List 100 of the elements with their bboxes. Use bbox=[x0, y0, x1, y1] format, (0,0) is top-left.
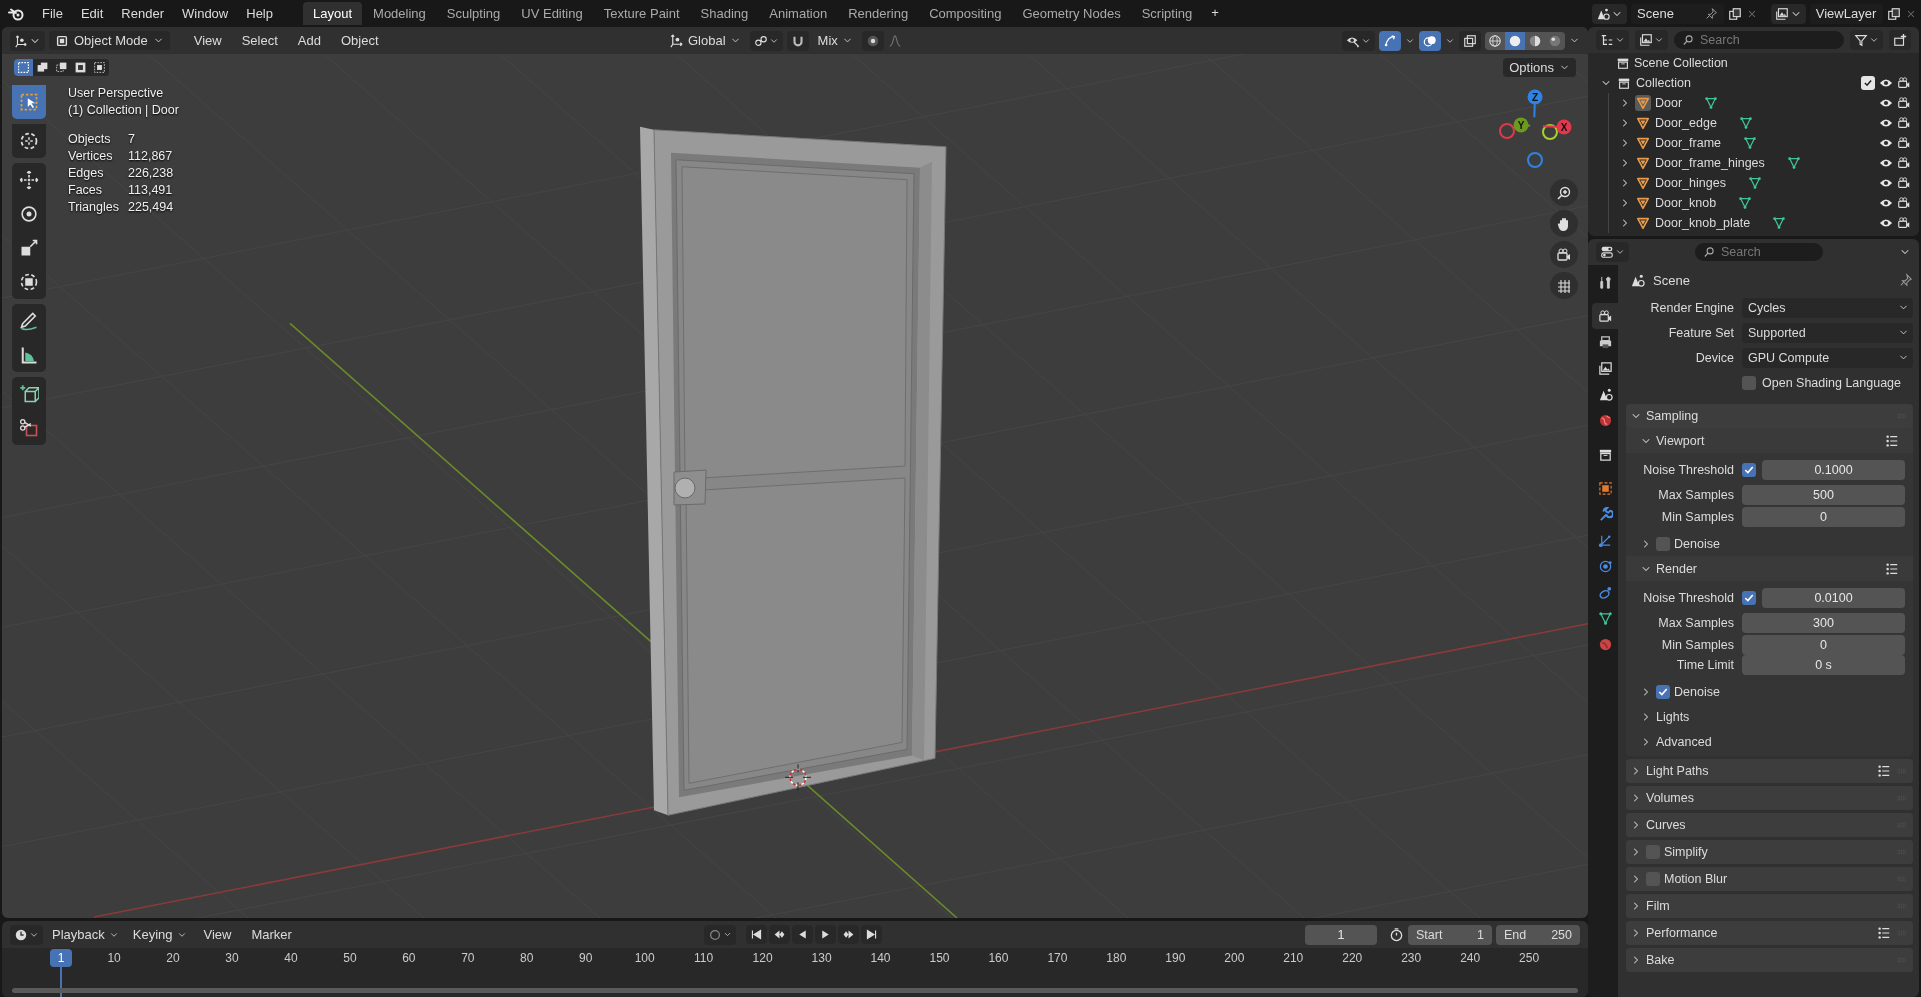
mode-dropdown[interactable]: Object Mode bbox=[49, 31, 170, 50]
stopwatch-icon[interactable] bbox=[1389, 927, 1404, 942]
mesh-data-icon[interactable] bbox=[1747, 176, 1762, 190]
options-dropdown[interactable]: Options bbox=[1503, 58, 1576, 77]
workspace-tab[interactable]: UV Editing bbox=[511, 2, 593, 25]
menu-dropdown[interactable]: Playback bbox=[47, 925, 124, 944]
panel-title[interactable]: Film bbox=[1646, 899, 1670, 913]
tree-item[interactable]: Scene Collection bbox=[1634, 56, 1728, 70]
playback-button[interactable] bbox=[792, 925, 813, 944]
panel-title[interactable]: Sampling bbox=[1646, 409, 1699, 423]
menu-item[interactable]: Select bbox=[233, 30, 286, 51]
list-icon[interactable] bbox=[1877, 764, 1891, 778]
negative-axis-handle[interactable] bbox=[1499, 123, 1515, 139]
mesh-data-icon[interactable] bbox=[1772, 216, 1787, 230]
checkbox[interactable] bbox=[1742, 375, 1756, 390]
scene-icon[interactable] bbox=[1596, 6, 1610, 21]
copy-icon[interactable] bbox=[1727, 6, 1742, 21]
snap-button[interactable] bbox=[786, 30, 809, 51]
camera-icon[interactable] bbox=[1897, 176, 1911, 190]
proportional-edit-button[interactable] bbox=[861, 30, 884, 51]
menu-item[interactable]: Add bbox=[289, 30, 329, 51]
playback-button[interactable] bbox=[815, 925, 836, 944]
tool-button[interactable] bbox=[12, 338, 46, 372]
axes-icon[interactable] bbox=[14, 33, 28, 48]
menu-item[interactable]: Render bbox=[113, 3, 172, 24]
panel-title[interactable]: Advanced bbox=[1656, 734, 1712, 749]
pin-icon[interactable] bbox=[1899, 273, 1913, 287]
search-input[interactable]: Search bbox=[1721, 245, 1815, 259]
subpanel-header[interactable]: Render bbox=[1626, 556, 1913, 581]
tool-button[interactable] bbox=[12, 124, 46, 158]
number-field[interactable]: 0 bbox=[1742, 507, 1905, 527]
number-field[interactable]: 0.0100 bbox=[1762, 587, 1905, 608]
start-frame-field[interactable]: Start 1 bbox=[1408, 924, 1492, 945]
current-frame-field[interactable]: 1 bbox=[1305, 924, 1377, 945]
camera-icon[interactable] bbox=[1897, 96, 1911, 110]
playback-button[interactable] bbox=[838, 925, 859, 944]
search-field[interactable]: Search bbox=[1695, 243, 1823, 261]
list-icon[interactable] bbox=[1877, 926, 1891, 940]
panel-title[interactable]: Denoise bbox=[1674, 684, 1720, 699]
workspace-tab[interactable]: Sculpting bbox=[436, 2, 511, 25]
editor-type-button[interactable] bbox=[10, 924, 43, 945]
menu-item[interactable]: View bbox=[195, 924, 240, 945]
list-icon[interactable] bbox=[1885, 561, 1899, 576]
tool-button[interactable] bbox=[12, 377, 46, 411]
panel-title[interactable]: Curves bbox=[1646, 818, 1686, 832]
pivot-button[interactable] bbox=[749, 30, 783, 51]
menu-item[interactable]: Window bbox=[174, 3, 237, 24]
curve-icon[interactable] bbox=[887, 33, 902, 48]
workspace-tab[interactable]: Scripting bbox=[1131, 2, 1203, 25]
end-frame-field[interactable]: End 250 bbox=[1496, 924, 1580, 945]
panel-title[interactable]: Light Paths bbox=[1646, 764, 1709, 778]
view-layer-selector-button[interactable] bbox=[1770, 3, 1806, 24]
playhead[interactable]: 1 bbox=[50, 949, 72, 967]
display-mode-button[interactable] bbox=[1596, 30, 1629, 50]
subpanel-header[interactable]: Advanced bbox=[1626, 729, 1913, 754]
pin-icon[interactable] bbox=[1704, 7, 1718, 20]
menu-dropdown[interactable]: Keying bbox=[127, 925, 192, 944]
caret-icon[interactable] bbox=[1615, 247, 1625, 257]
scene-selector-button[interactable] bbox=[1592, 3, 1627, 24]
workspace-tab[interactable]: Layout bbox=[303, 2, 363, 25]
subpanel-header[interactable]: Viewport bbox=[1626, 428, 1913, 453]
checkbox[interactable] bbox=[1656, 536, 1670, 551]
pan-button[interactable] bbox=[1550, 210, 1578, 237]
subpanel-header[interactable]: Lights bbox=[1626, 704, 1913, 729]
panel-title[interactable]: Denoise bbox=[1674, 536, 1720, 551]
filter-button[interactable] bbox=[1850, 30, 1883, 50]
checkbox-label[interactable]: Open Shading Language bbox=[1762, 375, 1901, 390]
selection-mode-button[interactable] bbox=[14, 59, 33, 76]
mesh-data-icon[interactable] bbox=[1704, 96, 1719, 110]
camera-icon[interactable] bbox=[1897, 116, 1911, 130]
playback-button[interactable] bbox=[861, 925, 882, 944]
panel-title[interactable]: Render bbox=[1656, 561, 1697, 576]
caret-icon[interactable] bbox=[723, 930, 732, 939]
menu-item[interactable]: Object bbox=[332, 30, 387, 51]
tool-button[interactable] bbox=[12, 163, 46, 197]
checkbox[interactable] bbox=[1656, 684, 1670, 699]
filter-button[interactable] bbox=[1635, 30, 1668, 50]
dropdown[interactable]: Supported bbox=[1742, 322, 1913, 343]
caret-icon[interactable] bbox=[1615, 35, 1625, 45]
camera-icon[interactable] bbox=[1897, 136, 1911, 150]
workspace-tab[interactable]: Shading bbox=[690, 2, 759, 25]
panel-title[interactable]: Performance bbox=[1646, 926, 1718, 940]
menu-item[interactable]: Edit bbox=[72, 3, 112, 24]
camera-icon[interactable] bbox=[1897, 156, 1911, 170]
orientation-dropdown[interactable]: Global bbox=[664, 31, 746, 50]
subpanel-header[interactable]: Denoise bbox=[1626, 679, 1913, 704]
panel-title[interactable]: Motion Blur bbox=[1664, 872, 1728, 886]
editor-type-button[interactable] bbox=[1596, 242, 1629, 262]
tree-item[interactable]: Door_frame_hinges bbox=[1655, 156, 1765, 170]
menu-item[interactable]: View bbox=[185, 30, 230, 51]
mesh-data-icon[interactable] bbox=[1743, 136, 1757, 150]
tree-item[interactable]: Door bbox=[1655, 96, 1683, 110]
camera-view-button[interactable] bbox=[1550, 241, 1578, 268]
dropdown[interactable]: GPU Compute bbox=[1742, 347, 1913, 368]
object-icon-button[interactable] bbox=[1635, 135, 1651, 151]
menu-item[interactable]: Help bbox=[238, 3, 281, 24]
view-layer-field[interactable]: ViewLayer bbox=[1809, 3, 1883, 24]
mesh-data-icon[interactable] bbox=[1738, 116, 1753, 130]
tree-item[interactable]: Collection bbox=[1636, 76, 1691, 90]
tree-item[interactable]: Door_edge bbox=[1655, 116, 1717, 130]
